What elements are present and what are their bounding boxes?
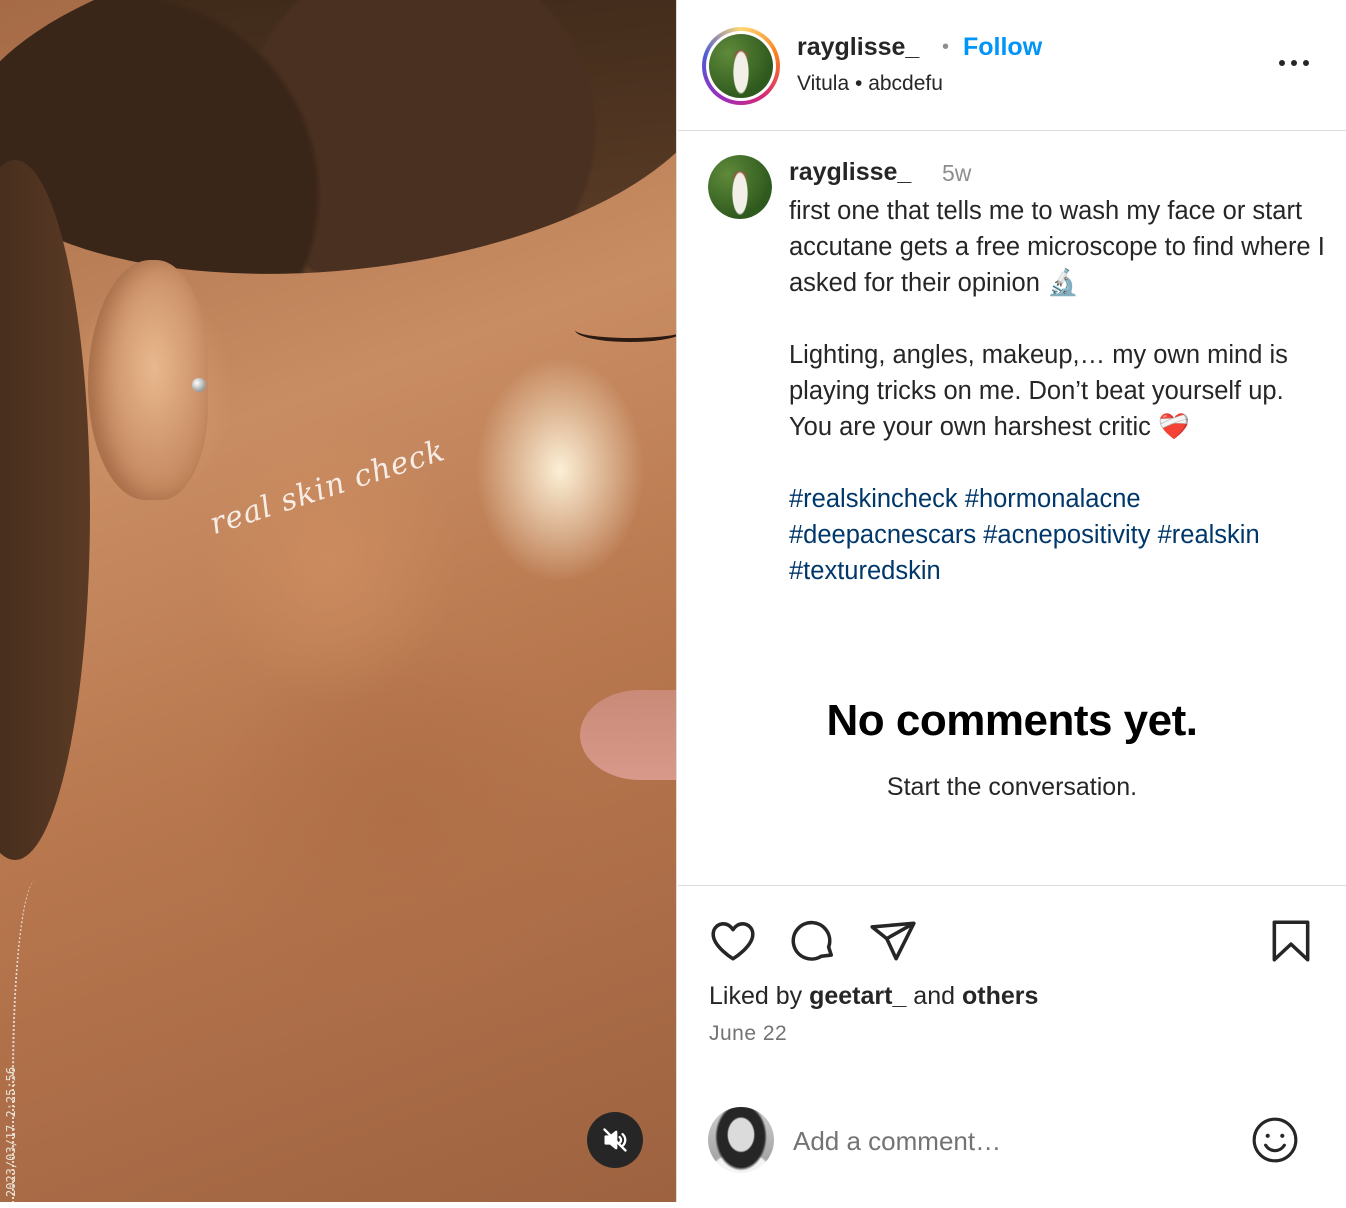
bookmark-icon: [1272, 920, 1310, 962]
smiley-face-icon: [1252, 1117, 1298, 1163]
caption-paragraph-2: Lighting, angles, makeup,… my own mind i…: [789, 341, 1288, 441]
caption-username[interactable]: rayglisse_: [789, 158, 911, 187]
media-ear: [88, 260, 208, 500]
share-button[interactable]: [868, 916, 918, 966]
liked-by-user-link[interactable]: geetart_: [809, 982, 906, 1010]
post-actions: Liked by geetart_ and others June 22: [678, 885, 1346, 1085]
caption-author-avatar[interactable]: [708, 155, 772, 219]
heart-icon: [711, 922, 755, 961]
post-date[interactable]: June 22: [709, 1022, 787, 1046]
no-comments-title: No comments yet.: [826, 696, 1198, 745]
media-hair-side: [0, 160, 90, 860]
likes-summary: Liked by geetart_ and others: [709, 982, 1038, 1011]
post-media[interactable]: real skin check 2023/03/17 2:25:56: [0, 0, 677, 1202]
caption-age[interactable]: 5w: [942, 160, 971, 187]
caption-avatar-image: [708, 155, 772, 219]
comment-bubble-icon: [791, 920, 833, 961]
hashtag-link[interactable]: #realskin: [1158, 521, 1260, 549]
hashtag-link[interactable]: #texturedskin: [789, 557, 941, 585]
caption-text: first one that tells me to wash my face …: [789, 193, 1329, 589]
comment-button[interactable]: [788, 916, 838, 966]
header-separator: •: [942, 36, 950, 58]
author-username[interactable]: rayglisse_: [797, 33, 919, 62]
follow-button[interactable]: Follow: [963, 33, 1042, 62]
comment-input[interactable]: [793, 1123, 1233, 1159]
header-subline: Vitula • abcdefu: [797, 72, 943, 96]
post-details-panel: rayglisse_ • Follow Vitula • abcdefu ray…: [678, 0, 1346, 1202]
audio-link[interactable]: abcdefu: [868, 72, 943, 95]
paper-plane-icon: [870, 921, 916, 961]
likes-connector: and: [913, 982, 956, 1010]
caption-hashtags: #realskincheck #hormonalacne #deepacnesc…: [789, 481, 1329, 589]
post-header: rayglisse_ • Follow Vitula • abcdefu: [678, 0, 1346, 131]
media-lips: [580, 690, 676, 780]
subline-separator: •: [855, 72, 863, 95]
save-button[interactable]: [1266, 916, 1316, 966]
likes-others-link[interactable]: others: [962, 982, 1038, 1010]
media-necklace: [12, 880, 52, 1202]
media-timestamp: 2023/03/17 2:25:56: [4, 1066, 18, 1197]
hashtag-link[interactable]: #realskincheck: [789, 485, 958, 513]
media-hair: [0, 0, 676, 309]
like-button[interactable]: [708, 916, 758, 966]
caption-paragraph-1: first one that tells me to wash my face …: [789, 197, 1325, 297]
speaker-muted-icon: [603, 1128, 627, 1152]
media-eye: [575, 318, 676, 342]
author-avatar: [709, 34, 773, 98]
hashtag-link[interactable]: #acnepositivity: [983, 521, 1150, 549]
more-options-button[interactable]: [1274, 48, 1314, 78]
hashtag-link[interactable]: #deepacnescars: [789, 521, 976, 549]
current-user-avatar: [708, 1107, 774, 1173]
mute-button[interactable]: [587, 1112, 643, 1168]
emoji-picker-button[interactable]: [1250, 1115, 1300, 1165]
hashtag-link[interactable]: #hormonalacne: [965, 485, 1141, 513]
likes-prefix: Liked by: [709, 982, 803, 1010]
location-link[interactable]: Vitula: [797, 72, 849, 95]
author-avatar-story-ring[interactable]: [702, 27, 780, 105]
add-comment-bar: [678, 1085, 1346, 1202]
no-comments-subtitle: Start the conversation.: [886, 773, 1138, 801]
more-options-icon: [1279, 60, 1309, 66]
media-overlay-text: real skin check: [205, 433, 450, 542]
media-earring: [192, 378, 206, 392]
